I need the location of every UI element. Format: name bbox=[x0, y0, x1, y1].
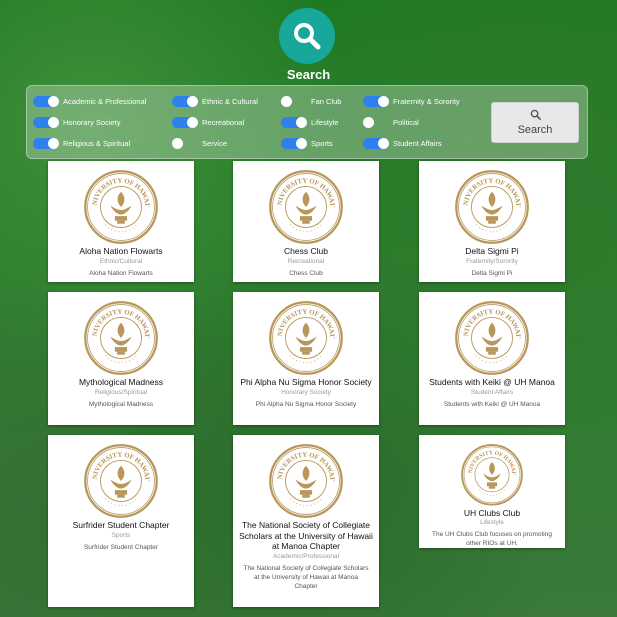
club-description: Students with Keiki @ UH Manoa bbox=[443, 400, 541, 408]
university-seal-icon: UNIVERSITY OF HAWAI'I * * * * * * * * * … bbox=[268, 169, 343, 244]
club-description: Mythological Madness bbox=[88, 400, 154, 408]
svg-text:* * * * * * * * * *: * * * * * * * * * * bbox=[474, 355, 510, 366]
svg-text:* * * * * * * * * *: * * * * * * * * * * bbox=[288, 498, 324, 509]
toggle-switch[interactable] bbox=[363, 95, 389, 107]
club-description: Delta Sigmi Pi bbox=[471, 269, 513, 277]
club-card[interactable]: UNIVERSITY OF HAWAI'I * * * * * * * * * … bbox=[48, 435, 194, 607]
club-name: Delta Sigmi Pi bbox=[465, 246, 519, 256]
toggle-switch[interactable] bbox=[33, 95, 59, 107]
club-category: Honorary Society bbox=[281, 388, 331, 396]
svg-text:* * * * * * * * * *: * * * * * * * * * * bbox=[103, 224, 139, 235]
svg-text:* * * * * * * * * *: * * * * * * * * * * bbox=[474, 224, 510, 235]
filter-toggle-3[interactable]: Fraternity & Sorority bbox=[363, 94, 460, 108]
club-name: Chess Club bbox=[284, 246, 328, 256]
search-icon bbox=[530, 109, 541, 123]
filter-label: Religious & Spiritual bbox=[63, 138, 131, 148]
filter-toggle-7[interactable]: Political bbox=[363, 115, 419, 129]
club-description: Surfrider Student Chapter bbox=[83, 543, 159, 551]
university-seal-icon: UNIVERSITY OF HAWAI'I * * * * * * * * * … bbox=[268, 443, 343, 518]
search-button[interactable]: Search bbox=[491, 102, 579, 143]
toggle-switch[interactable] bbox=[281, 116, 307, 128]
filter-toggle-2[interactable]: Fan Club bbox=[281, 94, 341, 108]
filter-toggle-1[interactable]: Ethnic & Cultural bbox=[172, 94, 258, 108]
filter-toggle-8[interactable]: Religious & Spiritual bbox=[33, 136, 130, 150]
club-card[interactable]: UNIVERSITY OF HAWAI'I * * * * * * * * * … bbox=[233, 161, 379, 282]
toggle-switch[interactable] bbox=[363, 137, 389, 149]
filter-panel: Academic & Professional Ethnic & Cultural… bbox=[26, 85, 588, 159]
university-seal-icon: UNIVERSITY OF HAWAI'I * * * * * * * * * … bbox=[83, 443, 158, 518]
filter-label: Political bbox=[393, 117, 419, 127]
university-seal-icon: UNIVERSITY OF HAWAI'I * * * * * * * * * … bbox=[454, 169, 529, 244]
filter-label: Sports bbox=[311, 138, 333, 148]
filter-toggle-9[interactable]: Service bbox=[172, 136, 227, 150]
club-description: Chess Club bbox=[289, 269, 323, 277]
club-card[interactable]: UNIVERSITY OF HAWAI'I * * * * * * * * * … bbox=[419, 161, 565, 282]
club-name: Students with Keiki @ UH Manoa bbox=[429, 377, 555, 387]
toggle-switch[interactable] bbox=[172, 137, 198, 149]
club-name: Surfrider Student Chapter bbox=[72, 520, 170, 530]
club-name: Aloha Nation Flowarts bbox=[79, 246, 163, 256]
page-title: Search bbox=[286, 67, 331, 82]
club-name: Mythological Madness bbox=[78, 377, 164, 387]
toggle-switch[interactable] bbox=[172, 95, 198, 107]
toggle-switch[interactable] bbox=[33, 116, 59, 128]
club-category: Religious/Spiritual bbox=[94, 388, 148, 396]
club-category: Ethnic/Cultural bbox=[99, 257, 143, 265]
filter-label: Fraternity & Sorority bbox=[393, 96, 460, 106]
filter-toggle-4[interactable]: Honorary Society bbox=[33, 115, 121, 129]
svg-text:* * * * * * * * * *: * * * * * * * * * * bbox=[103, 498, 139, 509]
filter-label: Ethnic & Cultural bbox=[202, 96, 258, 106]
club-description: The National Society of Collegiate Schol… bbox=[243, 564, 369, 590]
search-logo-icon bbox=[279, 8, 335, 64]
club-card[interactable]: UNIVERSITY OF HAWAI'I * * * * * * * * * … bbox=[419, 292, 565, 425]
club-description: The UH Clubs Club focuses on promoting o… bbox=[432, 531, 552, 547]
club-category: Academic/Professional bbox=[272, 552, 340, 560]
svg-text:* * * * * * * * * *: * * * * * * * * * * bbox=[477, 488, 507, 498]
filter-toggle-6[interactable]: Lifestyle bbox=[281, 115, 339, 129]
filter-label: Service bbox=[202, 138, 228, 148]
club-name: The National Society of Collegiate Schol… bbox=[239, 520, 373, 551]
university-seal-icon: UNIVERSITY OF HAWAI'I * * * * * * * * * … bbox=[458, 443, 523, 506]
club-category: Lifestyle bbox=[480, 519, 504, 526]
search-button-label: Search bbox=[517, 124, 553, 136]
university-seal-icon: UNIVERSITY OF HAWAI'I * * * * * * * * * … bbox=[454, 300, 529, 375]
university-seal-icon: UNIVERSITY OF HAWAI'I * * * * * * * * * … bbox=[83, 169, 158, 244]
club-card[interactable]: UNIVERSITY OF HAWAI'I * * * * * * * * * … bbox=[48, 161, 194, 282]
club-name: UH Clubs Club bbox=[463, 507, 521, 518]
club-card[interactable]: UNIVERSITY OF HAWAI'I * * * * * * * * * … bbox=[233, 292, 379, 425]
filter-label: Student Affairs bbox=[393, 138, 442, 148]
filter-toggle-11[interactable]: Student Affairs bbox=[363, 136, 442, 150]
filter-label: Academic & Professional bbox=[63, 96, 147, 106]
toggle-switch[interactable] bbox=[172, 116, 198, 128]
filter-label: Lifestyle bbox=[311, 117, 339, 127]
svg-text:* * * * * * * * * *: * * * * * * * * * * bbox=[288, 224, 324, 235]
toggle-switch[interactable] bbox=[281, 137, 307, 149]
svg-text:* * * * * * * * * *: * * * * * * * * * * bbox=[288, 355, 324, 366]
club-category: Student Affairs bbox=[470, 388, 514, 396]
filter-label: Honorary Society bbox=[63, 117, 121, 127]
toggle-switch[interactable] bbox=[281, 95, 307, 107]
filter-toggle-0[interactable]: Academic & Professional bbox=[33, 94, 146, 108]
club-card[interactable]: UNIVERSITY OF HAWAI'I * * * * * * * * * … bbox=[419, 435, 565, 548]
filter-label: Recreational bbox=[202, 117, 245, 127]
club-name: Phi Alpha Nu Sigma Honor Society bbox=[240, 377, 372, 387]
svg-text:* * * * * * * * * *: * * * * * * * * * * bbox=[103, 355, 139, 366]
toggle-switch[interactable] bbox=[363, 116, 389, 128]
club-description: Phi Alpha Nu Sigma Honor Society bbox=[255, 400, 357, 408]
filter-toggle-10[interactable]: Sports bbox=[281, 136, 333, 150]
club-card[interactable]: UNIVERSITY OF HAWAI'I * * * * * * * * * … bbox=[48, 292, 194, 425]
toggle-switch[interactable] bbox=[33, 137, 59, 149]
club-category: Sports bbox=[111, 531, 131, 539]
university-seal-icon: UNIVERSITY OF HAWAI'I * * * * * * * * * … bbox=[83, 300, 158, 375]
university-seal-icon: UNIVERSITY OF HAWAI'I * * * * * * * * * … bbox=[268, 300, 343, 375]
filter-toggle-5[interactable]: Recreational bbox=[172, 115, 244, 129]
filter-label: Fan Club bbox=[311, 96, 342, 106]
club-category: Fraternity/Sorority bbox=[466, 257, 518, 265]
club-description: Aloha Nation Flowarts bbox=[89, 269, 153, 277]
club-card[interactable]: UNIVERSITY OF HAWAI'I * * * * * * * * * … bbox=[233, 435, 379, 607]
club-category: Recreational bbox=[287, 257, 325, 265]
